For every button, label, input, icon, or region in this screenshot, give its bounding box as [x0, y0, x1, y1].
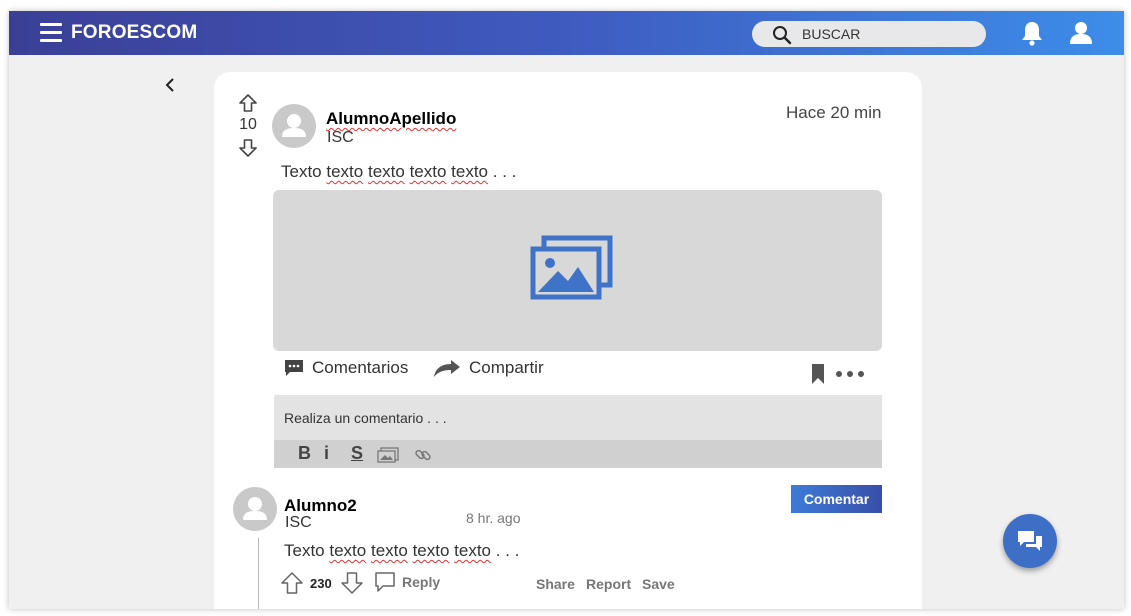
search-bar[interactable] — [752, 21, 986, 47]
post-vote-count: 10 — [239, 116, 257, 133]
comment-submit-button[interactable]: Comentar — [791, 485, 882, 513]
share-label: Compartir — [469, 358, 544, 377]
bell-icon[interactable] — [1019, 20, 1045, 46]
post-word: Texto — [281, 162, 322, 181]
bookmark-icon[interactable] — [811, 363, 825, 385]
image-icon — [530, 235, 613, 300]
comment-icon — [375, 572, 395, 592]
share-icon — [434, 360, 460, 377]
comment-report-button[interactable]: Report — [586, 576, 631, 592]
comment-word: . . . — [495, 541, 520, 560]
share-button[interactable]: Compartir — [433, 358, 544, 378]
search-input[interactable] — [802, 25, 972, 43]
comment-word: texto — [454, 541, 492, 560]
comment-timestamp: 8 hr. ago — [466, 510, 521, 526]
strikethrough-button[interactable]: S — [351, 443, 363, 464]
comment-share-button[interactable]: Share — [536, 576, 575, 592]
user-icon[interactable] — [1068, 20, 1094, 46]
post-word: texto — [326, 162, 364, 181]
post-word: texto — [367, 162, 405, 181]
post-image-placeholder[interactable] — [273, 190, 882, 351]
post-card: 10 AlumnoApellido ISC Hace 20 min Texto … — [214, 72, 922, 609]
chat-icon — [1018, 531, 1042, 551]
formatting-toolbar: B i S Comentar — [274, 440, 882, 513]
comment-word: texto — [412, 541, 450, 560]
avatar[interactable] — [272, 104, 316, 148]
post-word: . . . — [492, 162, 517, 181]
comment-word: texto — [370, 541, 408, 560]
link-icon[interactable] — [414, 446, 432, 464]
post-word: texto — [409, 162, 447, 181]
comment-body: Texto texto texto texto texto . . . — [284, 541, 519, 561]
avatar[interactable] — [233, 487, 277, 531]
upvote-icon[interactable] — [280, 571, 304, 595]
reply-button[interactable]: Reply — [374, 571, 440, 593]
brand-title: FOROESCOM — [71, 22, 198, 43]
downvote-icon[interactable] — [340, 571, 364, 595]
more-icon[interactable] — [836, 371, 864, 377]
comments-label: Comentarios — [312, 358, 409, 377]
comment-input[interactable] — [274, 395, 882, 440]
user-icon — [243, 497, 267, 520]
comment-word: texto — [329, 541, 367, 560]
app-window: FOROESCOM 10 — [9, 11, 1124, 609]
user-icon — [282, 114, 306, 137]
thread-line[interactable] — [258, 538, 259, 609]
comment-composer: B i S Comentar — [274, 395, 882, 513]
back-icon[interactable] — [163, 76, 177, 94]
post-author[interactable]: AlumnoApellido — [326, 109, 456, 129]
comment-author-career: ISC — [285, 514, 312, 531]
post-body: Texto texto texto texto texto . . . — [281, 162, 516, 182]
comment-save-button[interactable]: Save — [642, 576, 675, 592]
post-timestamp: Hace 20 min — [786, 103, 882, 122]
comments-button[interactable]: Comentarios — [284, 358, 408, 378]
comment-word: Texto — [284, 541, 325, 560]
comment-vote-count: 230 — [310, 576, 332, 591]
reply-label: Reply — [402, 574, 441, 590]
top-bar: FOROESCOM — [9, 11, 1124, 55]
comment-icon — [285, 360, 303, 376]
post-word: texto — [451, 162, 489, 181]
upvote-icon[interactable] — [238, 93, 258, 113]
italic-button[interactable]: i — [324, 443, 329, 464]
downvote-icon[interactable] — [238, 138, 258, 158]
comment-author[interactable]: Alumno2 — [284, 496, 357, 516]
comment-actions: 230 Reply Share Report Save — [280, 571, 720, 597]
insert-image-icon[interactable] — [377, 447, 399, 463]
search-icon — [773, 26, 792, 45]
chat-button[interactable] — [1003, 514, 1057, 568]
post-author-career: ISC — [327, 129, 354, 146]
bold-button[interactable]: B — [298, 443, 311, 464]
menu-icon[interactable] — [40, 23, 62, 43]
